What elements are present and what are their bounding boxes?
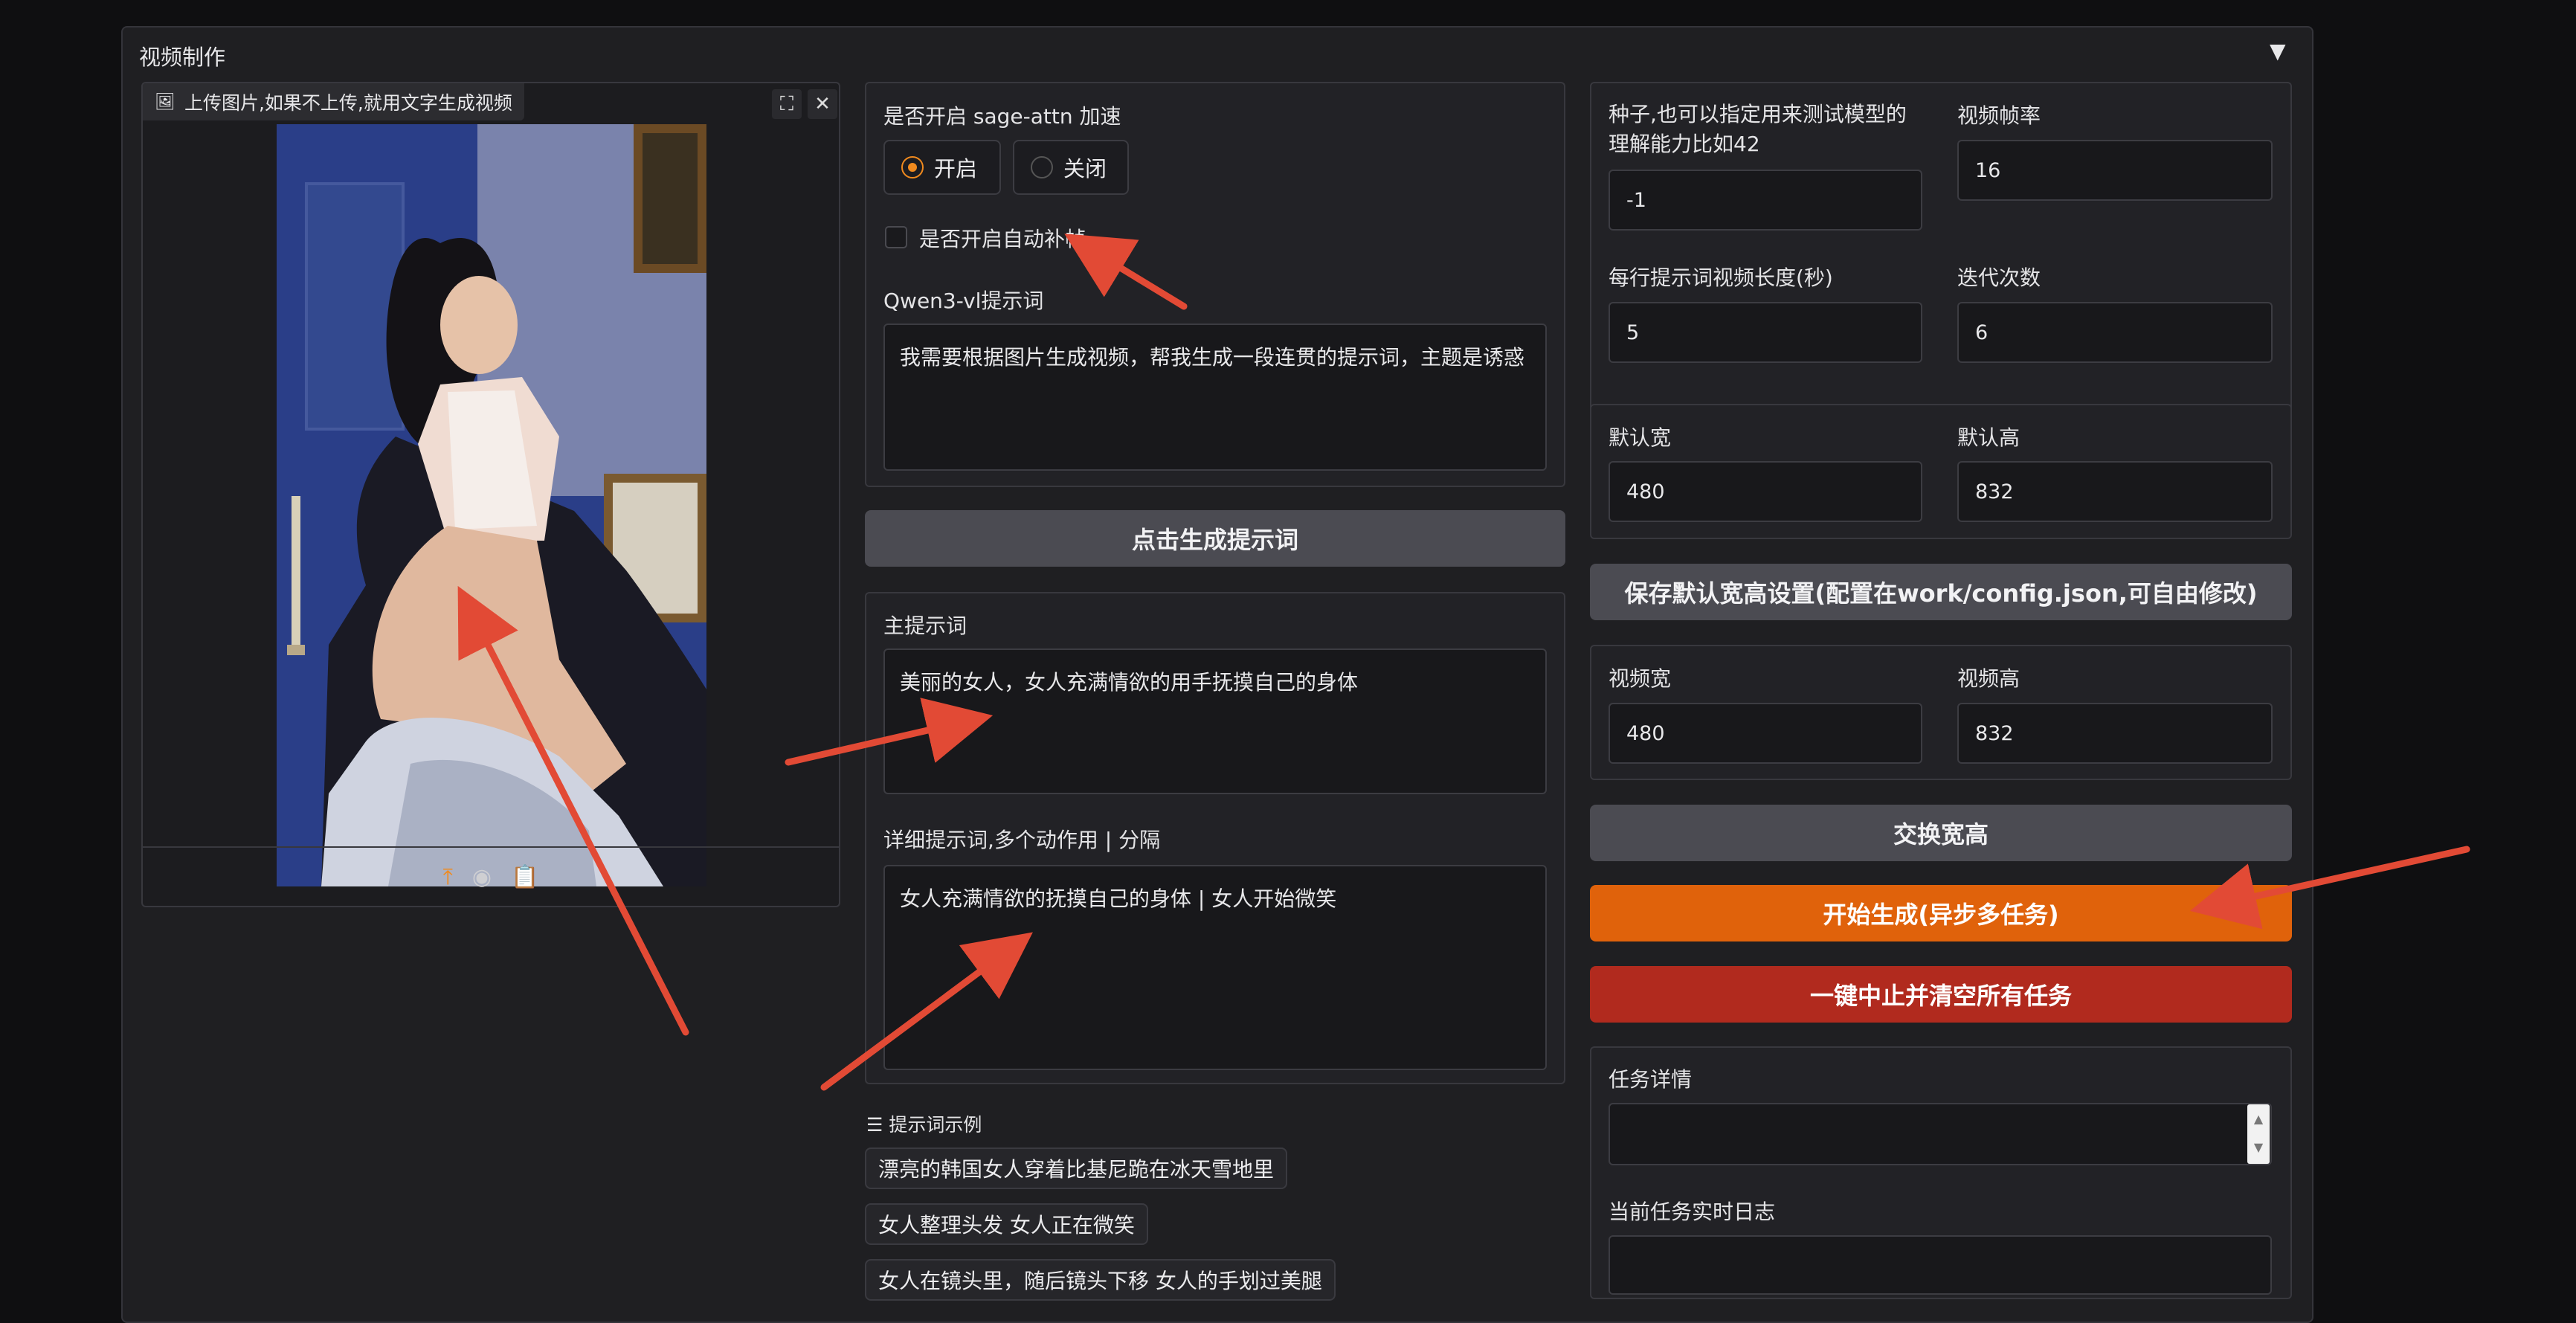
annotation-arrows (457, 234, 2470, 1091)
arrow-to-auto-interp (1064, 234, 1188, 310)
arrow-to-detail-prompt (820, 932, 1033, 1091)
arrow-to-photo (457, 585, 689, 1036)
arrow-to-start-button (2189, 846, 2470, 930)
arrow-to-main-prompt (785, 698, 994, 766)
